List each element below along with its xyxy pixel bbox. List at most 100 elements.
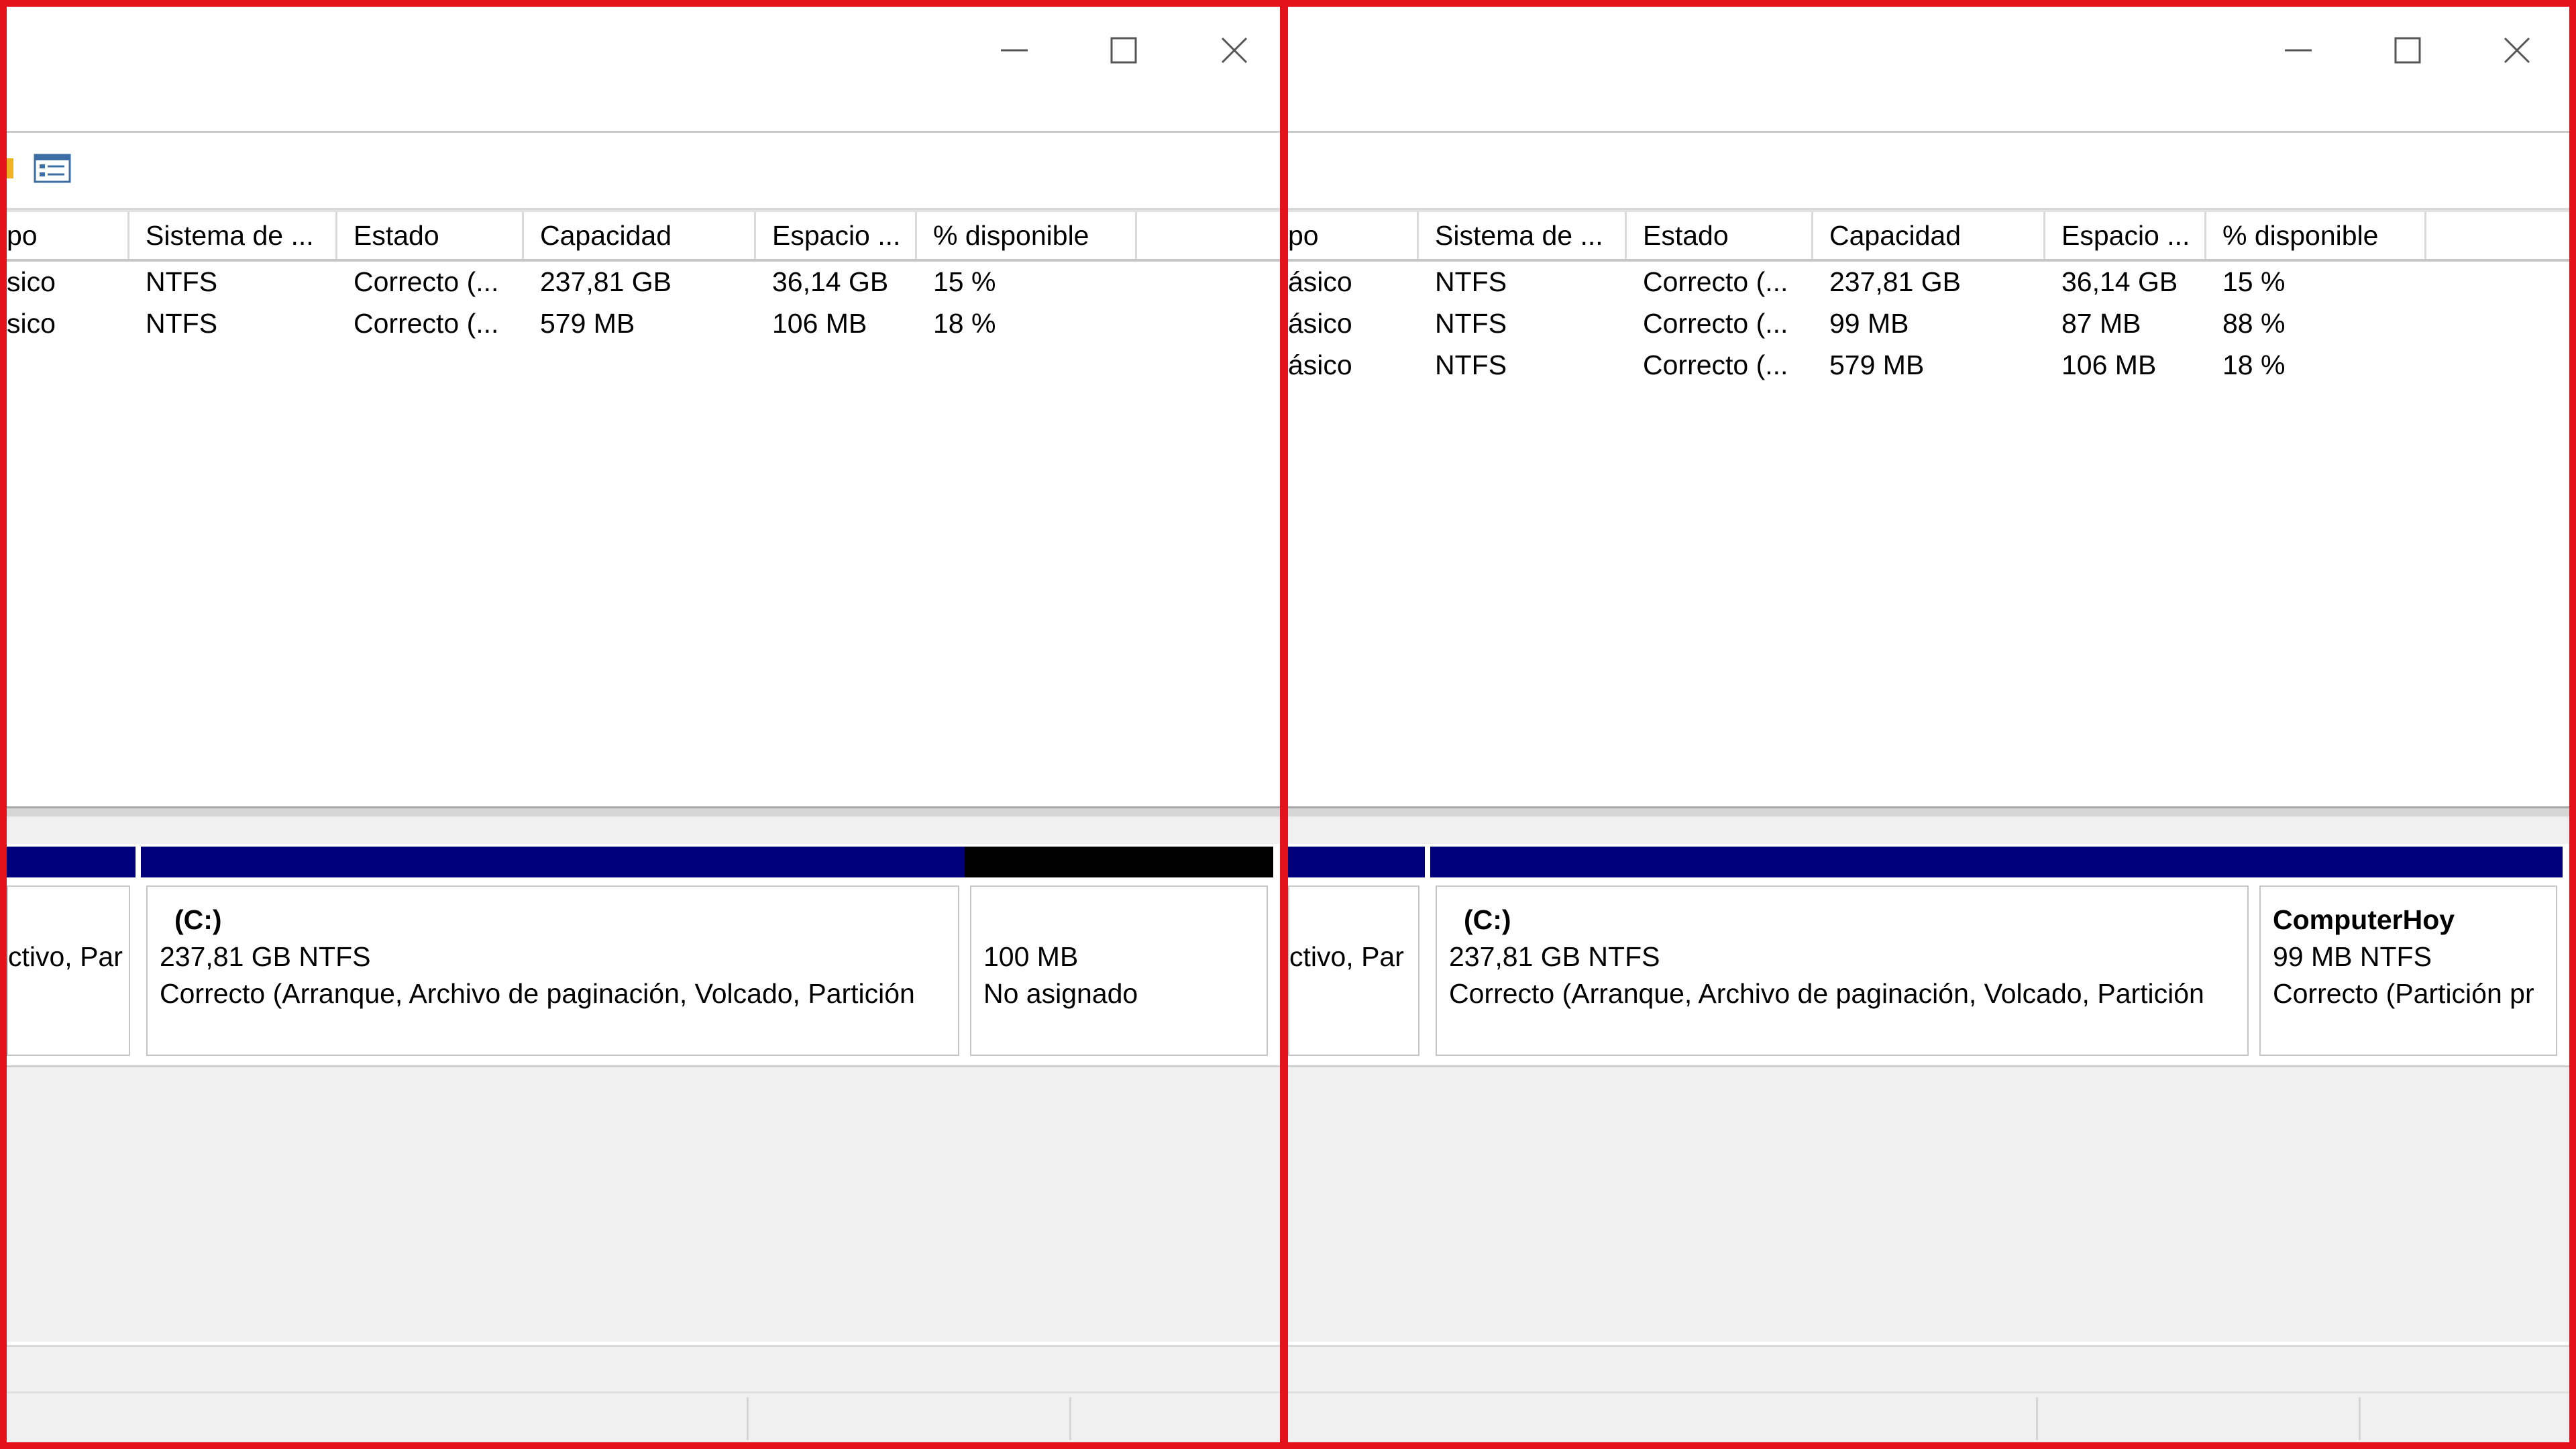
column-header-sistema[interactable]: Sistema de ... xyxy=(1419,212,1627,259)
horizontal-scrollbar[interactable] xyxy=(1288,1345,2569,1393)
status-bar xyxy=(1288,1391,2569,1442)
partition-bar xyxy=(965,847,1273,877)
partition-system[interactable]: ctivo, Par xyxy=(1288,847,1425,1060)
cell-estado: Correcto (... xyxy=(1643,308,1788,339)
cell-sistema: NTFS xyxy=(146,266,218,297)
column-header-espacio[interactable]: Espacio ... xyxy=(2045,212,2206,259)
cell-sistema: NTFS xyxy=(1435,308,1507,339)
red-divider xyxy=(1280,0,1288,1449)
partition-unallocated[interactable]: 100 MB No asignado xyxy=(965,847,1273,1060)
disk-row: ctivo, Par (C:) 237,81 GB NTFS Correcto … xyxy=(1288,844,2569,1067)
properties-icon[interactable] xyxy=(34,153,71,184)
partition-status: Correcto (Arranque, Archivo de paginació… xyxy=(1449,978,2204,1009)
column-header-estado[interactable]: Estado xyxy=(337,212,524,259)
table-row[interactable]: sico NTFS Correcto (... 579 MB 106 MB 18… xyxy=(7,303,1280,344)
cell-disponible: 18 % xyxy=(933,308,996,339)
table-row[interactable]: sico NTFS Correcto (... 237,81 GB 36,14 … xyxy=(7,261,1280,303)
close-icon xyxy=(1221,37,1248,64)
partition-body: 100 MB No asignado xyxy=(970,885,1268,1056)
partition-name: (C:) xyxy=(1464,904,1511,935)
column-header-tipo[interactable]: po xyxy=(1288,212,1419,259)
maximize-button[interactable] xyxy=(1087,20,1161,80)
column-header-disponible[interactable]: % disponible xyxy=(917,212,1137,259)
toolbar xyxy=(7,133,1280,210)
minimize-button[interactable] xyxy=(2261,20,2335,80)
table-header: po Sistema de ... Estado Capacidad Espac… xyxy=(7,210,1280,262)
partition-system[interactable]: ctivo, Par xyxy=(7,847,136,1060)
partition-computerhoy[interactable]: ComputerHoy 99 MB NTFS Correcto (Partici… xyxy=(2254,847,2563,1060)
cell-estado: Correcto (... xyxy=(354,308,499,339)
table-row[interactable]: ásico NTFS Correcto (... 237,81 GB 36,14… xyxy=(1288,261,2569,303)
partition-c[interactable]: (C:) 237,81 GB NTFS Correcto (Arranque, … xyxy=(1430,847,2254,1060)
partition-status: Correcto (Arranque, Archivo de paginació… xyxy=(160,978,915,1009)
column-header-tipo[interactable]: po xyxy=(7,212,129,259)
partition-status: ctivo, Par xyxy=(8,941,123,972)
cell-espacio: 36,14 GB xyxy=(772,266,889,297)
column-header-espacio[interactable]: Espacio ... xyxy=(756,212,917,259)
column-header-disponible[interactable]: % disponible xyxy=(2206,212,2426,259)
cell-disponible: 18 % xyxy=(2222,350,2286,380)
cell-capacidad: 237,81 GB xyxy=(540,266,672,297)
partition-bar xyxy=(7,847,136,877)
partition-bar xyxy=(2254,847,2563,877)
status-separator xyxy=(747,1397,749,1440)
cell-disponible: 15 % xyxy=(2222,266,2286,297)
partition-size: 100 MB xyxy=(983,941,1079,972)
cell-capacidad: 237,81 GB xyxy=(1829,266,1962,297)
status-bar xyxy=(7,1391,1280,1442)
cell-disponible: 15 % xyxy=(933,266,996,297)
column-header-capacidad[interactable]: Capacidad xyxy=(524,212,756,259)
volume-list: po Sistema de ... Estado Capacidad Espac… xyxy=(1288,210,2569,817)
cell-espacio: 87 MB xyxy=(2061,308,2141,339)
close-button[interactable] xyxy=(1197,20,1271,80)
cell-capacidad: 579 MB xyxy=(540,308,635,339)
horizontal-scrollbar[interactable] xyxy=(7,1345,1280,1393)
disk-map-area: ctivo, Par (C:) 237,81 GB NTFS Correcto … xyxy=(7,818,1280,1342)
table-row[interactable]: ásico NTFS Correcto (... 99 MB 87 MB 88 … xyxy=(1288,303,2569,344)
status-separator xyxy=(1069,1397,1071,1440)
partition-size: 237,81 GB NTFS xyxy=(1449,941,1660,972)
partition-bar xyxy=(1288,847,1425,877)
partition-body: ctivo, Par xyxy=(1288,885,1419,1056)
partition-bar xyxy=(1430,847,2254,877)
cell-tipo: ásico xyxy=(1288,308,1352,339)
cell-sistema: NTFS xyxy=(146,308,218,339)
cell-capacidad: 99 MB xyxy=(1829,308,1909,339)
table-row[interactable]: ásico NTFS Correcto (... 579 MB 106 MB 1… xyxy=(1288,344,2569,386)
partition-body: ComputerHoy 99 MB NTFS Correcto (Partici… xyxy=(2259,885,2557,1056)
partition-status: Correcto (Partición pr xyxy=(2273,978,2534,1009)
cell-estado: Correcto (... xyxy=(1643,350,1788,380)
partition-bar xyxy=(141,847,965,877)
minimize-icon xyxy=(2285,49,2312,52)
partition-body: (C:) 237,81 GB NTFS Correcto (Arranque, … xyxy=(1436,885,2249,1056)
column-header-capacidad[interactable]: Capacidad xyxy=(1813,212,2045,259)
status-separator xyxy=(2359,1397,2361,1440)
cell-estado: Correcto (... xyxy=(1643,266,1788,297)
title-bar xyxy=(1288,7,2569,133)
column-header-estado[interactable]: Estado xyxy=(1627,212,1813,259)
maximize-button[interactable] xyxy=(2371,20,2445,80)
cell-tipo: ásico xyxy=(1288,350,1352,380)
partition-name: ComputerHoy xyxy=(2273,904,2455,935)
cell-espacio: 106 MB xyxy=(772,308,867,339)
minimize-button[interactable] xyxy=(977,20,1051,80)
toolbar xyxy=(1288,133,2569,210)
partition-size: 237,81 GB NTFS xyxy=(160,941,371,972)
cell-sistema: NTFS xyxy=(1435,266,1507,297)
pane-splitter[interactable] xyxy=(7,806,1280,818)
column-header-sistema[interactable]: Sistema de ... xyxy=(129,212,337,259)
right-window: po Sistema de ... Estado Capacidad Espac… xyxy=(1288,7,2569,1442)
partition-size: 99 MB NTFS xyxy=(2273,941,2432,972)
partition-c[interactable]: (C:) 237,81 GB NTFS Correcto (Arranque, … xyxy=(141,847,965,1060)
status-separator xyxy=(2036,1397,2038,1440)
volume-list: po Sistema de ... Estado Capacidad Espac… xyxy=(7,210,1280,817)
close-button[interactable] xyxy=(2480,20,2554,80)
cell-capacidad: 579 MB xyxy=(1829,350,1925,380)
disk-map-area: ctivo, Par (C:) 237,81 GB NTFS Correcto … xyxy=(1288,818,2569,1342)
maximize-icon xyxy=(2394,37,2421,64)
pane-splitter[interactable] xyxy=(1288,806,2569,818)
cell-espacio: 106 MB xyxy=(2061,350,2157,380)
close-icon xyxy=(2504,37,2530,64)
partition-name: (C:) xyxy=(174,904,222,935)
toolbar-partial-icon xyxy=(7,158,13,178)
